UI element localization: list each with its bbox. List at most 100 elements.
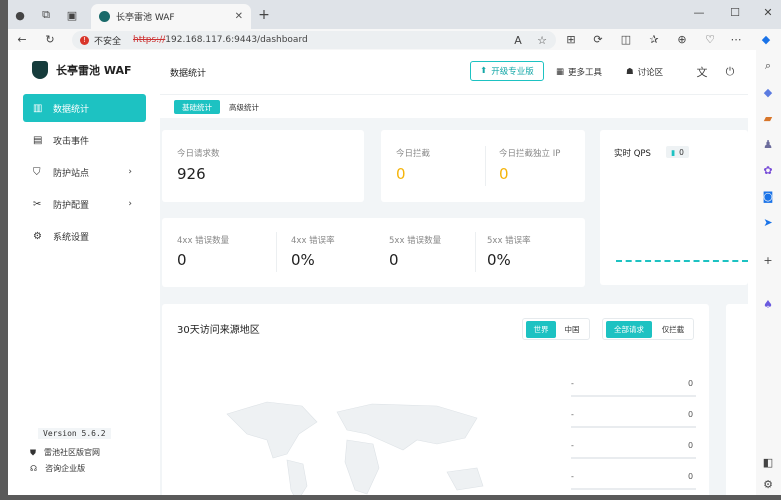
chevron-right-icon: ›	[128, 167, 132, 177]
insecure-icon: !	[80, 35, 89, 45]
address-bar[interactable]: ! 不安全 https:// 192.168.117.6:9443/dashbo…	[72, 31, 556, 49]
sidebar-item-label: 系统设置	[53, 232, 90, 243]
waf-dashboard: 长亭雷池 WAF ▥ 数据统计 ▤ 攻击事件 ⛉ 防护站点 › ✂ 防护配置 ›	[8, 50, 748, 495]
enterprise-consult-link[interactable]: ☊ 咨询企业版	[30, 463, 85, 474]
region-card: 30天访问来源地区 世界 中国 全部请求 仅拦截 - 0 - 0 - 0 - 0	[162, 304, 709, 495]
gear-icon: ⚙	[33, 230, 42, 242]
sidebar-item-protection-config[interactable]: ✂ 防护配置 ›	[23, 190, 146, 218]
sidebar-item-statistics[interactable]: ▥ 数据统计	[23, 94, 146, 122]
region-row-value: 0	[688, 472, 694, 481]
reload-icon[interactable]: ↻	[42, 31, 58, 47]
sidebar-item-settings[interactable]: ⚙ 系统设置	[23, 222, 146, 250]
qps-badge: ▮ 0	[666, 146, 689, 158]
settings-icon[interactable]: ⚙	[760, 476, 776, 492]
tag-icon[interactable]: ◆	[760, 84, 776, 100]
discuss-link[interactable]: ☗ 讨论区	[626, 66, 663, 78]
region-row-name: -	[571, 441, 574, 450]
brand-logo[interactable]: 长亭雷池 WAF	[32, 61, 132, 79]
upgrade-label: 开级专业版	[491, 67, 534, 77]
read-aloud-icon[interactable]: A	[510, 32, 526, 48]
send-icon[interactable]: ➤	[760, 214, 776, 230]
community-site-link[interactable]: ⛊ 雷池社区版官网	[30, 447, 100, 458]
outlook-icon[interactable]: ◙	[760, 188, 776, 204]
err-4xx-count-value: 0	[177, 251, 187, 269]
more-tools-link[interactable]: ▦ 更多工具	[556, 66, 602, 78]
scope-china-button[interactable]: 中国	[557, 321, 587, 338]
assistant-icon[interactable]: ♠	[760, 296, 776, 312]
search-icon[interactable]: ⌕	[760, 58, 776, 74]
sidebar-item-protected-sites[interactable]: ⛉ 防护站点 ›	[23, 158, 146, 186]
tab-basic-stats[interactable]: 基础统计	[174, 100, 220, 114]
scope-world-button[interactable]: 世界	[526, 321, 556, 338]
region-row-bar	[571, 395, 696, 397]
sidebar-item-label: 攻击事件	[53, 136, 90, 147]
back-icon[interactable]: ←	[14, 31, 30, 47]
language-icon[interactable]: 文	[694, 64, 710, 80]
today-blocked-value: 0	[396, 165, 406, 183]
close-window-icon[interactable]: ✕	[760, 4, 776, 20]
tab-actions-icon[interactable]: ▣	[64, 7, 80, 23]
region-row-name: -	[571, 410, 574, 419]
realtime-qps-card: 实时 QPS ▮ 0	[600, 130, 748, 285]
add-icon[interactable]: +	[760, 252, 776, 268]
err-5xx-count-label: 5xx 错误数量	[389, 236, 442, 246]
divider	[475, 232, 476, 272]
tab-advanced-stats[interactable]: 高级统计	[224, 100, 264, 114]
favorites-icon[interactable]: ✰	[646, 31, 662, 47]
office-icon[interactable]: ✿	[760, 162, 776, 178]
sidebar-item-label: 数据统计	[53, 104, 90, 115]
profile-icon[interactable]: ●	[12, 7, 28, 23]
shield-small-icon: ⛊	[30, 447, 36, 457]
maximize-icon[interactable]: ☐	[727, 4, 743, 20]
today-requests-label: 今日请求数	[177, 149, 220, 159]
workspaces-icon[interactable]: ⧉	[38, 7, 54, 23]
version-badge: Version 5.6.2	[38, 428, 111, 439]
browser-essentials-icon[interactable]: ♡	[702, 31, 718, 47]
qps-trend-line	[616, 260, 748, 262]
browser-window: ● ⧉ ▣ 长亭雷池 WAF ✕ + — ☐ ✕ ← ↻ ! 不安全 https…	[8, 0, 781, 495]
err-4xx-rate-label: 4xx 错误率	[291, 236, 335, 246]
minimize-icon[interactable]: —	[691, 4, 707, 20]
copilot-icon[interactable]: ◆	[758, 31, 774, 47]
err-5xx-rate-label: 5xx 错误率	[487, 236, 531, 246]
sidebar-item-attack-events[interactable]: ▤ 攻击事件	[23, 126, 146, 154]
today-requests-card: 今日请求数 926	[162, 130, 364, 202]
today-blocked-ip-label: 今日拦截独立 IP	[499, 149, 561, 159]
upgrade-icon: ⬆	[480, 66, 488, 76]
toolbox-icon[interactable]: ▰	[760, 110, 776, 126]
side-card-partial	[726, 304, 748, 495]
more-tools-label: 更多工具	[568, 68, 603, 78]
region-row-bar	[571, 488, 696, 490]
upgrade-button[interactable]: ⬆ 开级专业版	[470, 61, 544, 81]
error-stats-card: 4xx 错误数量 0 4xx 错误率 0% 5xx 错误数量 0 5xx 错误率…	[162, 218, 585, 287]
browser-tab[interactable]: 长亭雷池 WAF ✕	[91, 4, 251, 29]
split-screen-icon[interactable]: ◫	[618, 31, 634, 47]
err-4xx-rate-value: 0%	[291, 251, 315, 269]
event-icon: ▤	[33, 134, 43, 146]
favorite-star-icon[interactable]: ☆	[534, 32, 550, 48]
filter-blocked-button[interactable]: 仅拦截	[653, 321, 693, 338]
more-menu-icon[interactable]: ⋯	[728, 31, 744, 47]
stats-subtabs: 基础统计 高级统计	[160, 94, 748, 118]
page-title: 数据统计	[170, 69, 207, 79]
collections-icon[interactable]: ⊕	[674, 31, 690, 47]
filter-all-button[interactable]: 全部请求	[606, 321, 652, 338]
logout-icon[interactable]: ⏻	[722, 64, 738, 80]
shield-logo-icon	[32, 61, 48, 79]
person-icon[interactable]: ♟	[760, 136, 776, 152]
chevron-right-icon: ›	[128, 199, 132, 209]
bar-chart-icon: ▥	[33, 102, 43, 114]
refresh-ext-icon[interactable]: ⟳	[590, 31, 606, 47]
new-tab-icon[interactable]: +	[256, 7, 272, 23]
qps-value: 0	[679, 147, 684, 157]
extension-icon[interactable]: ⊞	[563, 31, 579, 47]
url-scheme: https://	[133, 35, 166, 45]
today-blocked-ip-value: 0	[499, 165, 509, 183]
close-tab-icon[interactable]: ✕	[235, 11, 243, 22]
sidebar: 长亭雷池 WAF ▥ 数据统计 ▤ 攻击事件 ⛉ 防护站点 › ✂ 防护配置 ›	[8, 50, 160, 495]
tab-strip: ● ⧉ ▣ 长亭雷池 WAF ✕ + — ☐ ✕	[8, 0, 781, 29]
err-4xx-count-label: 4xx 错误数量	[177, 236, 230, 246]
region-row-name: -	[571, 472, 574, 481]
sidebar-toggle-icon[interactable]: ◧	[760, 454, 776, 470]
insecure-label: 不安全	[94, 36, 122, 47]
